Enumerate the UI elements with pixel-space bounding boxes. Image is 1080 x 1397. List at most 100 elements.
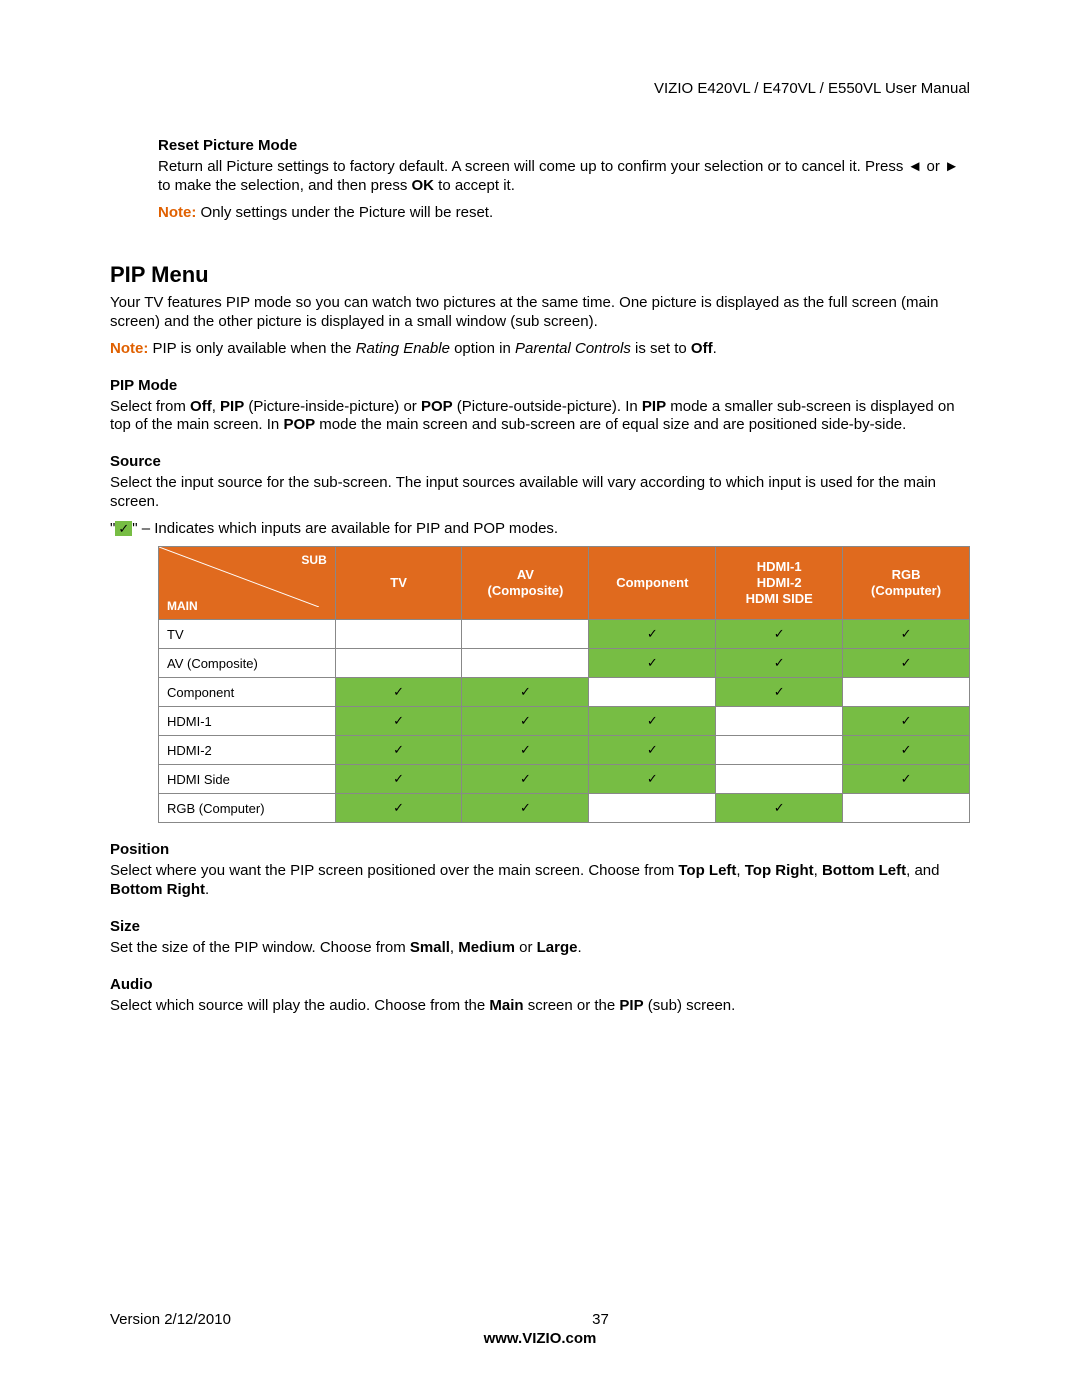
text: Select which source will play the audio.… [110, 997, 489, 1014]
row-label: AV (Composite) [159, 649, 336, 678]
available-cell: ✓ [335, 707, 462, 736]
unavailable-cell [335, 649, 462, 678]
text: is set to [631, 340, 691, 357]
table-row: HDMI-1✓✓✓✓ [159, 707, 970, 736]
unavailable-cell [716, 736, 843, 765]
unavailable-cell [843, 794, 970, 823]
pop2: POP [283, 416, 315, 433]
version: Version 2/12/2010 [110, 1311, 231, 1328]
unavailable-cell [589, 794, 716, 823]
text: PIP is only available when the [148, 340, 355, 357]
table-row: RGB (Computer)✓✓✓ [159, 794, 970, 823]
unavailable-cell [716, 707, 843, 736]
pip-intro: Your TV features PIP mode so you can wat… [110, 294, 970, 332]
main-label: MAIN [167, 599, 198, 613]
opt: Main [489, 997, 523, 1014]
rating-enable: Rating Enable [356, 340, 450, 357]
opt: Medium [458, 939, 515, 956]
text: mode the main screen and sub-screen are … [315, 416, 906, 433]
available-cell: ✓ [335, 794, 462, 823]
text: or [922, 158, 944, 175]
pip-mode-body: Select from Off, PIP (Picture-inside-pic… [110, 398, 970, 436]
right-arrow-icon: ► [944, 158, 959, 175]
pip-mode-heading: PIP Mode [110, 377, 970, 394]
position-body: Select where you want the PIP screen pos… [110, 862, 970, 900]
text: , [736, 862, 744, 879]
note-label: Note: [110, 340, 148, 357]
reset-section: Reset Picture Mode Return all Picture se… [158, 137, 970, 222]
page: VIZIO E420VL / E470VL / E550VL User Manu… [0, 0, 1080, 1397]
col-header-line: TV [344, 575, 454, 591]
available-cell: ✓ [335, 765, 462, 794]
opt: Bottom Left [822, 862, 906, 879]
opt: PIP [619, 997, 643, 1014]
available-cell: ✓ [843, 707, 970, 736]
col-header-line: HDMI-1 [724, 559, 834, 575]
text: or [515, 939, 537, 956]
col-header: RGB(Computer) [843, 547, 970, 620]
text: Select from [110, 398, 190, 415]
col-header-line: (Computer) [851, 583, 961, 599]
available-cell: ✓ [716, 649, 843, 678]
available-cell: ✓ [589, 620, 716, 649]
text: , [450, 939, 458, 956]
col-header-line: HDMI-2 [724, 575, 834, 591]
opt: Bottom Right [110, 881, 205, 898]
col-header: Component [589, 547, 716, 620]
row-label: HDMI-1 [159, 707, 336, 736]
opt: Large [537, 939, 578, 956]
text: " – Indicates which inputs are available… [132, 520, 558, 537]
table-header-row: SUB MAIN TVAV(Composite)ComponentHDMI-1H… [159, 547, 970, 620]
opt: Small [410, 939, 450, 956]
available-cell: ✓ [462, 707, 589, 736]
available-cell: ✓ [462, 678, 589, 707]
url: www.VIZIO.com [110, 1330, 970, 1347]
available-cell: ✓ [843, 736, 970, 765]
col-header: HDMI-1HDMI-2HDMI SIDE [716, 547, 843, 620]
text: to accept it. [434, 177, 515, 194]
available-cell: ✓ [589, 765, 716, 794]
off-label: Off [691, 340, 713, 357]
position-heading: Position [110, 841, 970, 858]
unavailable-cell [462, 649, 589, 678]
unavailable-cell [843, 678, 970, 707]
unavailable-cell [589, 678, 716, 707]
col-header: AV(Composite) [462, 547, 589, 620]
table-row: Component✓✓✓ [159, 678, 970, 707]
text: , [814, 862, 822, 879]
footer: Version 2/12/2010 37 www.VIZIO.com [110, 1311, 970, 1347]
audio-body: Select which source will play the audio.… [110, 997, 970, 1016]
text: to make the selection, and then press [158, 177, 411, 194]
reset-heading: Reset Picture Mode [158, 137, 970, 154]
opt: Top Right [745, 862, 814, 879]
doc-header: VIZIO E420VL / E470VL / E550VL User Manu… [110, 80, 970, 97]
row-label: HDMI-2 [159, 736, 336, 765]
col-header-line: AV [470, 567, 580, 583]
pip-note: Note: PIP is only available when the Rat… [110, 340, 970, 359]
available-cell: ✓ [589, 736, 716, 765]
text: . [577, 939, 581, 956]
table-body: TV✓✓✓AV (Composite)✓✓✓Component✓✓✓HDMI-1… [159, 620, 970, 823]
parental-controls: Parental Controls [515, 340, 631, 357]
col-header-line: (Composite) [470, 583, 580, 599]
reset-note: Note: Only settings under the Picture wi… [158, 204, 970, 223]
pip2: PIP [642, 398, 666, 415]
available-cell: ✓ [716, 794, 843, 823]
audio-heading: Audio [110, 976, 970, 993]
left-arrow-icon: ◄ [908, 158, 923, 175]
available-cell: ✓ [462, 765, 589, 794]
unavailable-cell [335, 620, 462, 649]
note-label: Note: [158, 204, 196, 221]
col-header: TV [335, 547, 462, 620]
diag-header: SUB MAIN [159, 547, 336, 620]
available-cell: ✓ [843, 765, 970, 794]
text: Only settings under the Picture will be … [196, 204, 493, 221]
sub-label: SUB [301, 553, 326, 567]
table-row: AV (Composite)✓✓✓ [159, 649, 970, 678]
text: . [205, 881, 209, 898]
row-label: TV [159, 620, 336, 649]
available-cell: ✓ [589, 649, 716, 678]
reset-body: Return all Picture settings to factory d… [158, 158, 970, 196]
row-label: Component [159, 678, 336, 707]
table-row: HDMI Side✓✓✓✓ [159, 765, 970, 794]
